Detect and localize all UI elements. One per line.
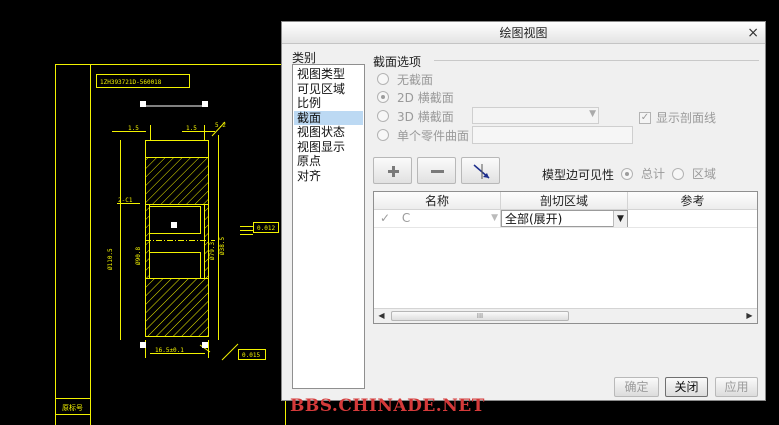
category-item-scale[interactable]: 比例 [294, 96, 363, 111]
watermark: BBS.CHINADE.NET [290, 396, 485, 416]
category-item-origin[interactable]: 原点 [294, 154, 363, 169]
section-2d-radio[interactable]: 2D 横截面 [377, 89, 454, 105]
radio-icon [377, 73, 389, 85]
column-header-name[interactable]: 名称 [374, 192, 501, 209]
category-list[interactable]: 视图类型 可见区域 比例 截面 视图状态 视图显示 原点 对齐 [292, 64, 365, 389]
check-icon: ✓ [639, 111, 651, 124]
title-block-text: 1ZH393721D-560018 [100, 79, 162, 86]
dim-bottom: 16.5±0.1 [155, 347, 184, 354]
horizontal-scrollbar[interactable]: ◀ III ▶ [374, 308, 757, 323]
dim-top-left: 1.5 [128, 125, 139, 132]
section-3d-select[interactable]: ▼ [472, 107, 599, 124]
radio-selected-icon [377, 91, 389, 103]
view-marker [202, 342, 208, 348]
show-hatch-label: 显示剖面线 [656, 111, 717, 125]
dialog-titlebar[interactable]: 绘图视图 × [282, 22, 765, 44]
plus-icon [388, 166, 399, 177]
dialog-title: 绘图视图 [499, 26, 548, 40]
flip-arrow-icon [473, 164, 490, 179]
remove-section-button[interactable] [417, 157, 456, 184]
category-item-visible-area[interactable]: 可见区域 [294, 82, 363, 97]
dim-inner-right: Ø79.3 [209, 242, 216, 260]
tolerance-text: 0.015 [242, 352, 260, 359]
cell-area-select[interactable]: 全部(展开) ▼ [501, 210, 628, 227]
close-button[interactable]: 关闭 [665, 377, 708, 397]
drawing-view-dialog: 绘图视图 × 类别 视图类型 可见区域 比例 截面 视图状态 视图显示 原点 对… [281, 21, 766, 401]
dim-inner-left: Ø90.8 [135, 247, 142, 265]
category-item-section[interactable]: 截面 [294, 110, 363, 125]
single-part-surface-radio[interactable]: 单个零件曲面 [377, 127, 469, 143]
tolerance-text: 0.012 [257, 225, 275, 232]
close-icon[interactable]: × [747, 22, 759, 44]
dim-right-top: 5.2 [215, 122, 226, 129]
category-item-alignment[interactable]: 对齐 [294, 169, 363, 184]
ok-button[interactable]: 确定 [614, 377, 659, 397]
radio-icon [377, 129, 389, 141]
check-mark: ✓ [380, 211, 391, 225]
column-header-area[interactable]: 剖切区域 [501, 192, 628, 209]
view-marker [140, 342, 146, 348]
scroll-thumb[interactable]: III [391, 311, 569, 321]
section-3d-radio[interactable]: 3D 横截面 [377, 108, 454, 124]
radio-icon [377, 110, 389, 122]
show-hatch-checkbox[interactable]: ✓ 显示剖面线 [639, 109, 716, 126]
scroll-grip: III [476, 312, 484, 320]
section-name-value: C [401, 211, 411, 225]
column-header-reference[interactable]: 参考 [628, 192, 757, 209]
section-area-value: 全部(展开) [505, 212, 563, 226]
cell-reference[interactable] [628, 210, 757, 227]
section-2d-label: 2D 横截面 [397, 90, 454, 105]
dim-inner-far: Ø38.5 [219, 237, 226, 255]
dim-left-chamfer: 2-C1 [118, 197, 133, 204]
scroll-left-icon[interactable]: ◀ [374, 309, 389, 323]
row-label: 原标号 [62, 403, 83, 412]
radio-icon [672, 167, 684, 180]
table-row[interactable]: ✓ C ▼ 全部(展开) ▼ [374, 210, 757, 228]
section-table: 名称 剖切区域 参考 ✓ C ▼ 全部(展开) ▼ ◀ III ▶ [373, 191, 758, 324]
minus-icon [431, 170, 444, 173]
dim-top-right: 1.5 [186, 125, 197, 132]
category-item-view-type[interactable]: 视图类型 [294, 67, 363, 82]
add-section-button[interactable] [373, 157, 412, 184]
no-section-label: 无截面 [397, 72, 434, 87]
edge-total-radio[interactable]: 总计 [621, 165, 665, 182]
category-item-view-state[interactable]: 视图状态 [294, 125, 363, 140]
single-part-surface-label: 单个零件曲面 [397, 128, 470, 143]
chevron-down-icon[interactable]: ▼ [613, 211, 627, 227]
cell-name[interactable]: ✓ C ▼ [374, 210, 501, 227]
flip-direction-button[interactable] [461, 157, 500, 184]
radio-selected-icon [621, 167, 633, 180]
chevron-down-icon: ▼ [589, 109, 596, 119]
category-item-view-display[interactable]: 视图显示 [294, 140, 363, 155]
chevron-down-icon: ▼ [491, 213, 498, 223]
part-surface-input[interactable] [472, 126, 633, 144]
scroll-right-icon[interactable]: ▶ [742, 309, 757, 323]
edge-area-label: 区域 [692, 167, 717, 181]
no-section-radio[interactable]: 无截面 [377, 71, 433, 87]
model-edge-visibility-label: 模型边可见性 [542, 168, 615, 182]
section-options-title: 截面选项 [373, 55, 422, 69]
apply-button[interactable]: 应用 [715, 377, 758, 397]
edge-total-label: 总计 [641, 167, 666, 181]
section-divider [434, 60, 759, 61]
table-header: 名称 剖切区域 参考 [374, 192, 757, 210]
center-marker [171, 222, 177, 228]
section-3d-label: 3D 横截面 [397, 109, 454, 124]
edge-area-radio[interactable]: 区域 [672, 165, 716, 182]
dim-left-diameter: Ø110.5 [107, 248, 114, 270]
